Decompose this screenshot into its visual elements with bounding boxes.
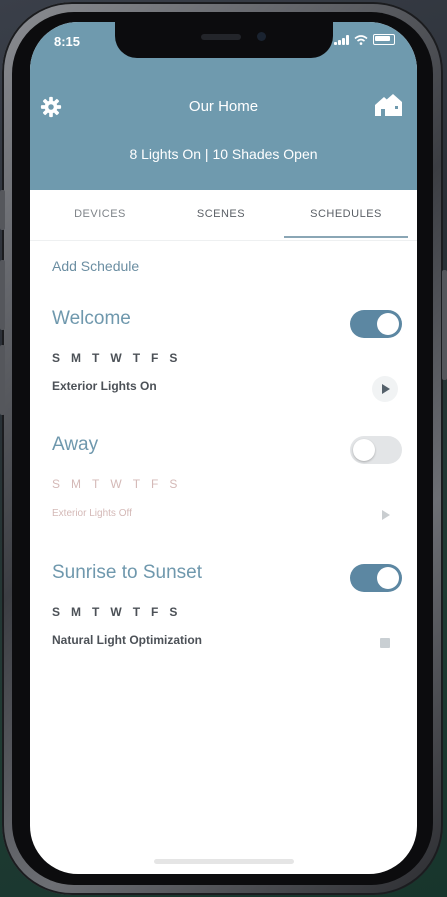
day-label: S [169, 351, 179, 365]
day-label: T [92, 351, 101, 365]
day-label: T [92, 605, 101, 619]
schedule-days: S M T W T F S [52, 477, 178, 491]
add-schedule-link[interactable]: Add Schedule [52, 258, 139, 274]
day-label: S [52, 605, 62, 619]
volume-down-button [0, 345, 5, 415]
home-indicator [154, 859, 294, 864]
day-label: T [92, 477, 101, 491]
volume-up-button [0, 260, 5, 330]
home-summary: 8 Lights On | 10 Shades Open [129, 146, 318, 162]
schedule-name: Sunrise to Sunset [52, 562, 202, 583]
schedule-action: Natural Light Optimization [52, 633, 202, 647]
notch [115, 22, 333, 58]
status-icons [334, 34, 395, 45]
schedule-name: Welcome [52, 308, 131, 329]
wifi-icon [354, 34, 368, 45]
schedule-toggle[interactable] [350, 564, 402, 592]
mute-switch [0, 190, 5, 230]
day-label: W [110, 605, 123, 619]
tab-devices[interactable]: DEVICES [40, 208, 160, 220]
schedule-days: S M T W T F S [52, 351, 178, 365]
status-time: 8:15 [54, 34, 81, 49]
front-camera [257, 32, 266, 41]
day-label: F [151, 605, 160, 619]
play-icon[interactable] [372, 376, 398, 402]
tab-schedules[interactable]: SCHEDULES [286, 208, 406, 220]
schedule-sunrise-to-sunset: Sunrise to Sunset S M T W T F S Natural … [52, 562, 402, 662]
toggle-knob [377, 567, 399, 589]
tab-bar: DEVICES SCENES SCHEDULES [30, 190, 417, 241]
day-label: T [132, 351, 142, 365]
schedule-toggle[interactable] [350, 436, 402, 464]
schedule-away: Away S M T W T F S Exterior Lights Off [52, 434, 402, 534]
schedule-name: Away [52, 434, 99, 455]
toggle-knob [353, 439, 375, 461]
day-label: W [110, 351, 123, 365]
stop-icon[interactable] [380, 638, 390, 648]
schedule-days: S M T W T F S [52, 605, 178, 619]
power-button [442, 270, 447, 380]
day-label: S [52, 477, 62, 491]
schedule-toggle[interactable] [350, 310, 402, 338]
day-label: S [169, 605, 179, 619]
day-label: W [110, 477, 123, 491]
schedule-welcome: Welcome S M T W T F S Exterior Lights On [52, 308, 402, 408]
day-label: M [71, 351, 83, 365]
day-label: F [151, 477, 160, 491]
signal-icon [334, 34, 349, 45]
day-label: T [132, 477, 142, 491]
toggle-knob [377, 313, 399, 335]
tab-scenes[interactable]: SCENES [161, 208, 281, 220]
play-icon[interactable] [372, 502, 398, 528]
house-icon[interactable] [373, 92, 403, 118]
battery-icon [373, 34, 395, 45]
day-label: T [132, 605, 142, 619]
app-screen: 8:15 Our Home 8 Lights On | 10 Shades Op… [30, 22, 417, 874]
speaker-grille [201, 34, 241, 40]
day-label: M [71, 477, 83, 491]
schedule-action: Exterior Lights Off [52, 508, 132, 519]
home-title: Our Home [188, 98, 259, 115]
day-label: F [151, 351, 160, 365]
day-label: S [52, 351, 62, 365]
schedule-action: Exterior Lights On [52, 379, 157, 393]
active-tab-indicator [284, 236, 408, 238]
day-label: M [71, 605, 83, 619]
day-label: S [169, 477, 179, 491]
